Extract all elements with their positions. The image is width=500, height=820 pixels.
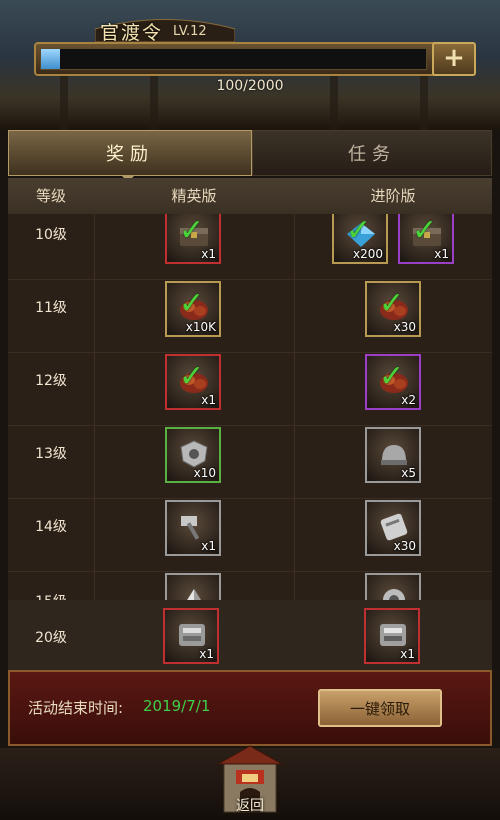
shield-icon	[180, 440, 208, 468]
gear-icon	[383, 589, 405, 600]
table-header: 等级 精英版 进阶版	[8, 178, 492, 214]
event-end-date: 2019/7/1	[143, 697, 211, 715]
reward-item-advanced[interactable]: ✓ x1	[398, 214, 454, 264]
claimed-check-icon: ✓	[379, 286, 405, 321]
reward-item-elite[interactable]: ✓ x1	[165, 354, 221, 410]
reward-row: 12级 ✓ x1 ✓ x2	[8, 352, 492, 426]
reward-qty: x10	[193, 466, 216, 480]
claimed-check-icon: ✓	[379, 359, 405, 394]
reward-qty: x30	[393, 539, 416, 553]
tab-rewards[interactable]: 奖励	[8, 130, 252, 176]
reward-qty: x30	[393, 320, 416, 334]
hammer-icon	[181, 516, 200, 540]
reward-item-elite[interactable]: x1	[165, 500, 221, 556]
row-level: 10级	[35, 227, 67, 243]
row-level: 20级	[35, 630, 67, 646]
claimed-check-icon: ✓	[179, 286, 205, 321]
row-level: 13级	[35, 446, 67, 462]
pass-level: LV.12	[173, 24, 207, 39]
row-level: 11级	[35, 300, 67, 316]
reward-item-elite[interactable]	[165, 573, 221, 600]
reward-item-advanced[interactable]: x30	[365, 500, 421, 556]
reward-item-elite[interactable]: x10	[165, 427, 221, 483]
reward-row: 14级 x1 x30	[8, 498, 492, 572]
reward-row: 10级 ✓ x1 ✓ x200 ✓ x1	[8, 214, 492, 280]
reward-list[interactable]: 10级 ✓ x1 ✓ x200 ✓ x1 11级 ✓ x10K ✓ x30 12级 ✓ x1 ✓ x2 13级 x1…	[8, 214, 492, 600]
tab-tasks[interactable]: 任务	[252, 130, 492, 176]
reward-item-advanced[interactable]: ✓ x200	[332, 214, 388, 264]
row-level: 14级	[35, 519, 67, 535]
column-header-level: 等级	[35, 187, 66, 205]
plus-icon: +	[443, 43, 465, 73]
claimed-check-icon: ✓	[346, 214, 372, 248]
reward-qty: x10K	[185, 320, 216, 334]
claim-all-button[interactable]: 一键领取	[318, 689, 442, 727]
reward-item-advanced[interactable]	[365, 573, 421, 600]
armor-icon	[179, 624, 205, 646]
reward-row: 15级	[8, 571, 492, 600]
reward-item-advanced[interactable]: ✓ x30	[365, 281, 421, 337]
claimed-check-icon: ✓	[179, 214, 205, 248]
scroll-icon	[380, 513, 408, 541]
reward-qty: x5	[401, 466, 416, 480]
progress-text: 100/2000	[216, 78, 284, 94]
add-exp-button[interactable]: +	[432, 42, 476, 76]
helmet-icon	[381, 445, 407, 465]
event-end-label: 活动结束时间:	[28, 699, 124, 717]
reward-item-advanced[interactable]: x5	[365, 427, 421, 483]
progress-track	[40, 48, 427, 70]
reward-item-elite[interactable]: ✓ x10K	[165, 281, 221, 337]
reward-qty: x1	[199, 647, 214, 661]
reward-qty: x1	[434, 247, 449, 261]
reward-row: 13级 x10 x5	[8, 425, 492, 499]
progress-fill	[41, 49, 60, 69]
reward-qty: x2	[401, 393, 416, 407]
reward-row: 11级 ✓ x10K ✓ x30	[8, 279, 492, 353]
reward-qty: x1	[400, 647, 415, 661]
column-header-elite: 精英版	[171, 187, 217, 205]
reward-qty: x1	[201, 393, 216, 407]
pinned-reward-row: 20级 x1 x1	[8, 600, 492, 670]
pass-title: 官渡令	[100, 22, 164, 44]
reward-item-advanced[interactable]: ✓ x2	[365, 354, 421, 410]
claimed-check-icon: ✓	[179, 359, 205, 394]
armor-icon	[380, 624, 406, 646]
row-level: 12级	[35, 373, 67, 389]
reward-qty: x200	[352, 247, 383, 261]
reward-qty: x1	[201, 539, 216, 553]
reward-item-elite[interactable]: ✓ x1	[165, 214, 221, 264]
row-level: 15级	[8, 591, 94, 600]
reward-item-advanced-20[interactable]: x1	[364, 608, 420, 664]
claimed-check-icon: ✓	[412, 214, 438, 248]
back-button-label[interactable]: 返回	[214, 795, 286, 815]
reward-item-elite-20[interactable]: x1	[163, 608, 219, 664]
pyramid-icon	[187, 589, 201, 600]
reward-qty: x1	[201, 247, 216, 261]
column-header-advanced: 进阶版	[370, 187, 416, 205]
